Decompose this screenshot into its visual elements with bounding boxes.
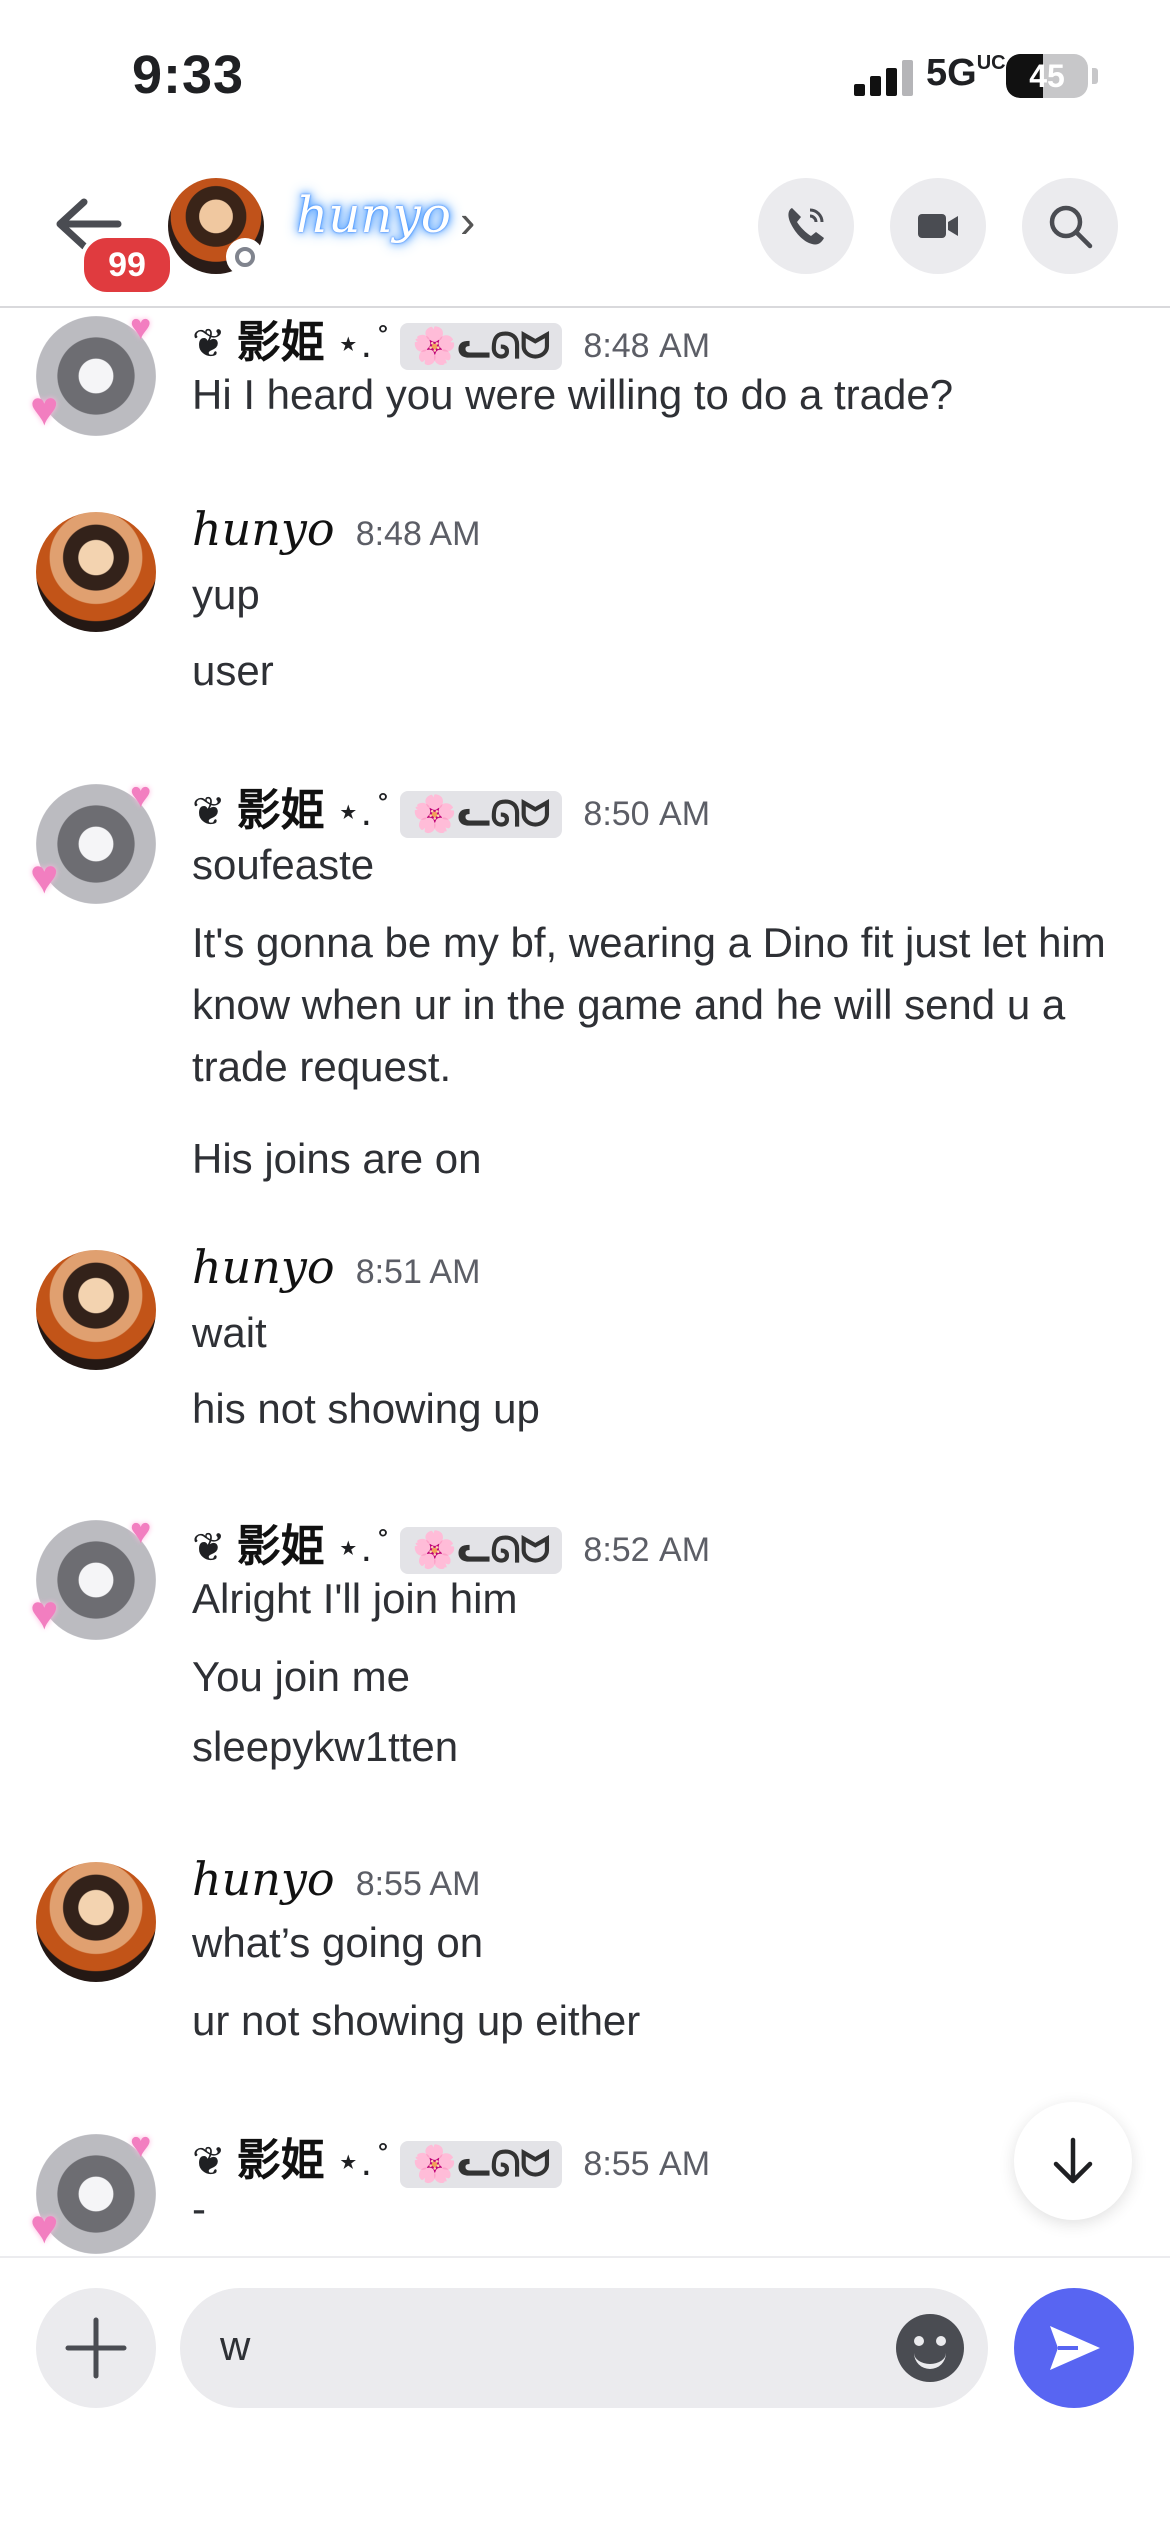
avatar[interactable]: [30, 1510, 156, 1641]
voice-call-button[interactable]: [758, 178, 854, 274]
battery-percent: 45: [1029, 58, 1065, 94]
message-composer: w: [0, 2256, 1170, 2534]
guild-tag-label: ᓚᘏᗢ: [456, 1528, 551, 1570]
message-input[interactable]: w: [180, 2288, 988, 2408]
timestamp: 8:50 AM: [583, 795, 711, 833]
message-input-text[interactable]: w: [220, 2322, 250, 2370]
timestamp: 8:52 AM: [583, 1531, 711, 1569]
avatar[interactable]: [30, 774, 156, 905]
avatar[interactable]: [36, 1862, 156, 1982]
flower-icon: 🌸: [412, 1528, 457, 1570]
message-header: hunyo 8:48 AM: [192, 502, 480, 556]
username[interactable]: 影姫: [237, 1522, 325, 1571]
send-icon: [1050, 2326, 1100, 2370]
username-suffix: ⋆. ̊: [335, 790, 384, 834]
flower-icon: 🌸: [412, 792, 457, 834]
message-header: hunyo 8:55 AM: [192, 1852, 480, 1906]
send-button[interactable]: [1014, 2288, 1134, 2408]
attach-button[interactable]: [36, 2288, 156, 2408]
offline-status-icon: [226, 238, 264, 276]
message-header: ❦ 影姫 ⋆. ̊ 🌸ᓚᘏᗢ 8:50 AM: [192, 774, 710, 838]
message-text: wait: [192, 1309, 267, 1356]
message-text: user: [192, 647, 274, 694]
username[interactable]: hunyo: [192, 1852, 335, 1906]
username[interactable]: 影姫: [237, 318, 325, 367]
message-text: his not showing up: [192, 1385, 540, 1432]
username-suffix: ⋆. ̊: [335, 1526, 384, 1570]
message-text: sleepykw1tten: [192, 1723, 459, 1770]
search-button[interactable]: [1022, 178, 1118, 274]
guild-tag[interactable]: 🌸ᓚᘏᗢ: [400, 322, 563, 370]
jump-to-bottom-button[interactable]: [1014, 2102, 1132, 2220]
avatar[interactable]: [36, 1250, 156, 1370]
message-header: ❦ 影姫 ⋆. ̊ 🌸ᓚᘏᗢ 8:48 AM: [192, 306, 710, 370]
message-text: His joins are on: [192, 1135, 482, 1182]
username[interactable]: 影姫: [237, 786, 325, 835]
username-prefix: ❦: [192, 790, 226, 834]
message-header: hunyo 8:51 AM: [192, 1240, 480, 1294]
unread-badge: 99: [80, 234, 174, 296]
username-suffix: ⋆. ̊: [335, 322, 384, 366]
battery-icon: 45: [1006, 54, 1088, 98]
message-text: Hi I heard you were willing to do a trad…: [192, 371, 954, 418]
username[interactable]: hunyo: [192, 1240, 335, 1294]
video-call-button[interactable]: [890, 178, 986, 274]
guild-tag-label: ᓚᘏᗢ: [456, 792, 551, 834]
flower-icon: 🌸: [412, 324, 457, 366]
timestamp: 8:48 AM: [583, 327, 711, 365]
timestamp: 8:48 AM: [355, 515, 481, 553]
guild-tag[interactable]: 🌸ᓚᘏᗢ: [400, 1526, 563, 1574]
message-text: -: [192, 2185, 206, 2232]
video-camera-icon: [918, 214, 958, 238]
avatar[interactable]: [30, 306, 156, 437]
message-text: ur not showing up either: [192, 1997, 641, 2044]
chevron-right-icon[interactable]: ›: [460, 194, 475, 248]
guild-tag[interactable]: 🌸ᓚᘏᗢ: [400, 790, 563, 838]
search-icon: [1049, 205, 1093, 249]
clock: 9:33: [132, 45, 245, 105]
status-bar: 9:33 5GUC 45: [0, 0, 1170, 150]
guild-tag-label: ᓚᘏᗢ: [456, 324, 551, 366]
message-text: It's gonna be my bf, wearing a Dino fit …: [192, 919, 1106, 1090]
username-prefix: ❦: [192, 322, 226, 366]
username-prefix: ❦: [192, 1526, 226, 1570]
message-text: soufeaste: [192, 841, 375, 888]
message-text: what’s going on: [192, 1919, 484, 1966]
network-type: 5GUC: [926, 52, 1006, 94]
message-text: You join me: [192, 1653, 410, 1700]
message-header: ❦ 影姫 ⋆. ̊ 🌸ᓚᘏᗢ 8:52 AM: [192, 1510, 710, 1574]
channel-header: 99 hunyo ›: [0, 150, 1170, 308]
signal-icon: [854, 60, 916, 96]
username[interactable]: hunyo: [192, 502, 335, 556]
timestamp: 8:55 AM: [355, 1865, 481, 1903]
plus-icon: [65, 2317, 127, 2379]
arrow-down-icon: [1053, 2137, 1093, 2184]
emoji-icon[interactable]: [896, 2314, 964, 2382]
timestamp: 8:51 AM: [355, 1253, 481, 1291]
message-text: Alright I'll join him: [192, 1575, 518, 1622]
battery-tip: [1092, 68, 1098, 84]
avatar[interactable]: [30, 2124, 156, 2255]
phone-icon: [788, 208, 824, 245]
channel-title[interactable]: hunyo: [296, 186, 451, 244]
avatar[interactable]: [36, 512, 156, 632]
message-text: yup: [192, 571, 260, 618]
